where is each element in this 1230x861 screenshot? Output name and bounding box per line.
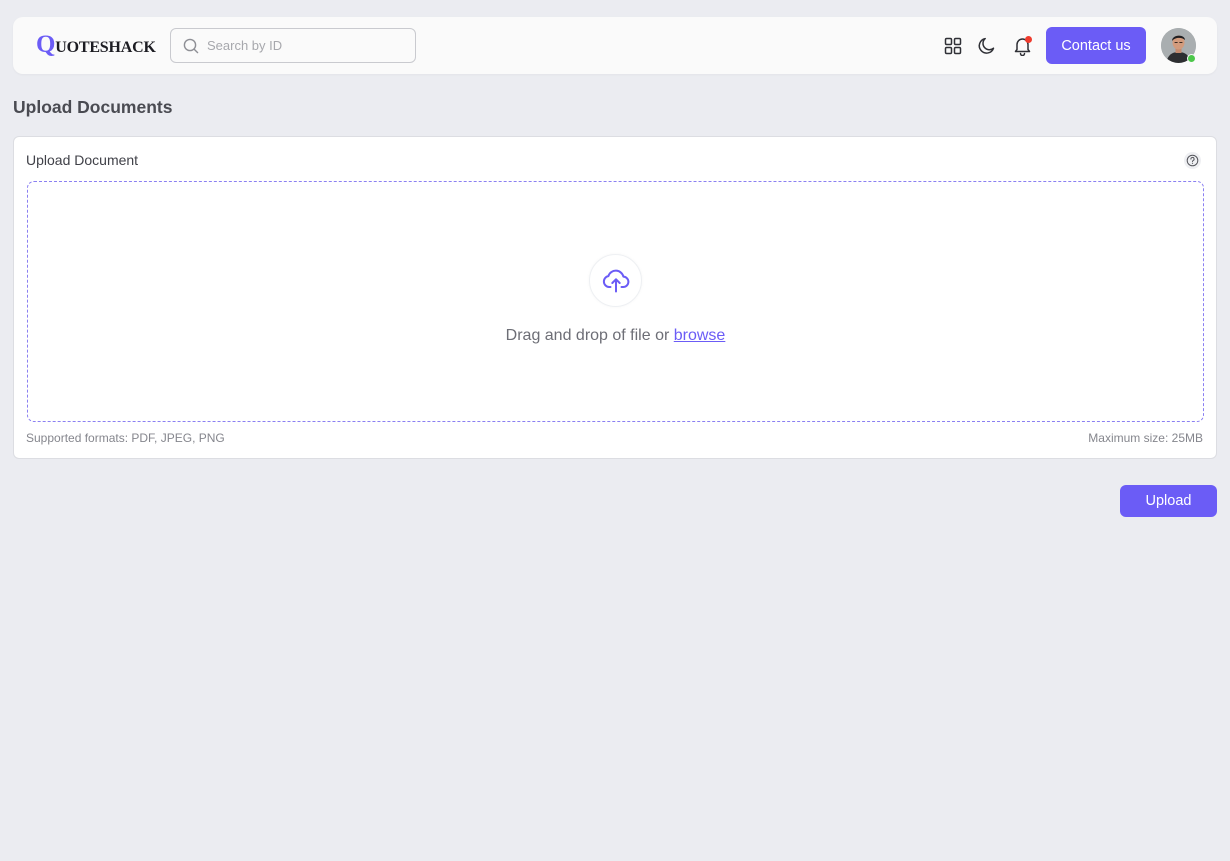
upload-icon-container <box>589 254 642 307</box>
contact-us-button[interactable]: Contact us <box>1046 27 1146 64</box>
quoteshack-logo[interactable]: Q UOTESHACK <box>36 31 156 59</box>
max-size-text: Maximum size: 25MB <box>1088 431 1203 445</box>
dark-mode-toggle[interactable] <box>976 35 998 57</box>
search-box <box>170 28 416 63</box>
top-navbar: QUOTESHACK Contact us <box>13 17 1217 74</box>
notification-dot <box>1025 36 1032 43</box>
avatar[interactable] <box>1161 28 1196 63</box>
upload-button[interactable]: Upload <box>1120 485 1217 517</box>
search-input[interactable] <box>207 30 397 61</box>
card-title: Upload Document <box>26 152 139 168</box>
help-button[interactable] <box>1184 152 1201 169</box>
logo-text: UOTESHACK <box>55 39 156 56</box>
file-dropzone[interactable]: Drag and drop of file or browse <box>27 181 1204 422</box>
supported-formats-text: Supported formats: PDF, JPEG, PNG <box>26 431 225 445</box>
drop-text: Drag and drop of file or <box>505 327 674 344</box>
logo-initial: Q <box>36 31 56 58</box>
moon-icon <box>978 37 995 54</box>
upload-document-card: Upload Document Drag and drop of file or… <box>13 136 1217 459</box>
grid-icon <box>944 37 962 55</box>
cloud-upload-icon <box>602 269 629 292</box>
question-mark-icon <box>1186 154 1199 167</box>
dropzone-instructions: Drag and drop of file or browse <box>28 327 1203 345</box>
page-title: Upload Documents <box>13 97 173 117</box>
apps-grid-button[interactable] <box>942 35 964 57</box>
notifications-button[interactable] <box>1011 35 1033 57</box>
online-status-indicator <box>1187 54 1196 63</box>
search-icon <box>183 38 199 53</box>
browse-link[interactable]: browse <box>674 327 726 344</box>
